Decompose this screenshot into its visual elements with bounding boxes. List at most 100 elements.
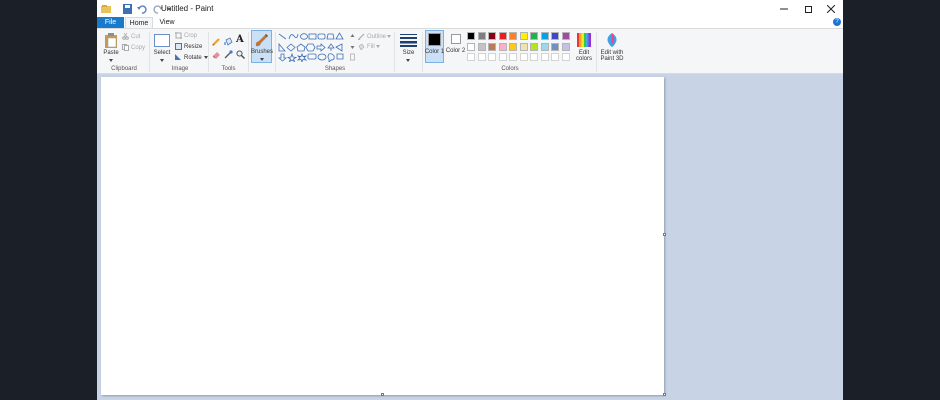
- custom-color-slot[interactable]: [540, 53, 549, 61]
- title-bar: Untitled - Paint: [97, 0, 843, 18]
- line-size-icon: [400, 34, 417, 47]
- palette-swatch[interactable]: [540, 42, 549, 51]
- resize-button[interactable]: Resize: [175, 43, 202, 50]
- palette-swatch[interactable]: [477, 32, 486, 40]
- tab-view[interactable]: View: [155, 17, 179, 28]
- custom-color-slot[interactable]: [498, 53, 507, 61]
- select-icon: [154, 34, 170, 47]
- custom-color-slot[interactable]: [477, 53, 486, 61]
- color2-button[interactable]: Color 2: [445, 30, 466, 63]
- palette-swatch[interactable]: [530, 32, 538, 40]
- custom-color-slot[interactable]: [519, 53, 528, 61]
- edit-with-paint3d-label: Edit with Paint 3D: [600, 50, 624, 62]
- color1-swatch: [428, 33, 441, 46]
- crop-button[interactable]: Crop: [175, 32, 197, 39]
- edit-with-paint3d-button[interactable]: Edit with Paint 3D: [599, 32, 625, 65]
- close-button[interactable]: [817, 0, 843, 18]
- crop-label: Crop: [184, 32, 198, 39]
- rotate-button[interactable]: Rotate: [175, 54, 210, 61]
- copy-icon: [122, 44, 129, 51]
- tab-file[interactable]: File: [97, 17, 124, 28]
- shapes-scroll-icon[interactable]: [350, 32, 355, 62]
- palette-swatch[interactable]: [509, 42, 517, 51]
- palette-swatch[interactable]: [488, 32, 496, 40]
- size-label: Size: [402, 50, 415, 56]
- brush-icon: [255, 34, 268, 47]
- palette-swatch[interactable]: [540, 32, 549, 40]
- fill-label: Fill: [367, 43, 375, 50]
- fill-button[interactable]: Fill: [358, 43, 382, 50]
- custom-color-slot[interactable]: [467, 53, 475, 61]
- palette-swatch[interactable]: [509, 32, 517, 40]
- paste-icon: [105, 33, 117, 48]
- color1-button[interactable]: Color 1: [425, 30, 444, 63]
- palette-swatch[interactable]: [488, 42, 496, 51]
- palette-swatch[interactable]: [551, 32, 559, 40]
- drawing-canvas[interactable]: [101, 77, 664, 395]
- palette-swatch[interactable]: [519, 32, 528, 40]
- select-button[interactable]: Select: [152, 32, 172, 65]
- palette-swatch[interactable]: [498, 32, 507, 40]
- save-icon[interactable]: [122, 4, 133, 14]
- clipboard-group-label: Clipboard: [111, 66, 137, 72]
- tools-group-label: Tools: [221, 66, 236, 72]
- color2-label: Color 2: [445, 48, 466, 54]
- separator: [248, 32, 249, 72]
- size-dropdown-icon: [406, 59, 410, 62]
- shapes-gallery[interactable]: [278, 32, 352, 62]
- tab-home[interactable]: Home: [125, 17, 153, 28]
- color-picker-icon[interactable]: [224, 50, 233, 59]
- eraser-icon[interactable]: [212, 50, 221, 59]
- brushes-button[interactable]: Brushes: [251, 30, 274, 63]
- canvas-resize-handle-bottom[interactable]: [381, 393, 384, 396]
- palette-swatch[interactable]: [477, 42, 486, 51]
- palette-swatch[interactable]: [467, 42, 475, 51]
- palette-swatch[interactable]: [467, 32, 475, 40]
- rotate-icon: [175, 54, 181, 60]
- palette-swatch[interactable]: [530, 42, 538, 51]
- shapes-gallery-icon: [278, 32, 344, 62]
- palette-swatch[interactable]: [561, 42, 570, 51]
- cut-icon: [122, 33, 129, 40]
- magnifier-icon[interactable]: [236, 50, 245, 59]
- custom-color-slot[interactable]: [561, 53, 570, 61]
- crop-icon: [175, 32, 182, 39]
- ribbon-home: Paste Cut Copy Clipboard Select Crop Res…: [97, 28, 843, 74]
- custom-color-slot[interactable]: [530, 53, 538, 61]
- outline-button[interactable]: Outline: [358, 33, 393, 40]
- palette-swatch[interactable]: [498, 42, 507, 51]
- copy-button[interactable]: Copy: [122, 44, 145, 51]
- separator: [275, 32, 276, 72]
- undo-icon[interactable]: [137, 4, 148, 14]
- canvas-resize-handle-right[interactable]: [663, 233, 666, 236]
- fill-bucket-icon[interactable]: [224, 37, 233, 46]
- workspace: [97, 74, 843, 400]
- pencil-icon[interactable]: [212, 37, 221, 46]
- cut-label: Cut: [131, 33, 141, 40]
- cut-button[interactable]: Cut: [122, 33, 140, 40]
- ribbon-tabs: [97, 18, 843, 28]
- edit-colors-icon: [577, 33, 591, 47]
- palette-swatch[interactable]: [519, 42, 528, 51]
- shapes-group-label: Shapes: [324, 66, 346, 72]
- paint-window: Untitled - Paint File Home View ? Paste …: [97, 0, 843, 400]
- resize-label: Resize: [184, 43, 203, 50]
- palette-swatch[interactable]: [551, 42, 559, 51]
- size-button[interactable]: Size: [398, 32, 419, 65]
- colors-group-label: Colors: [501, 66, 519, 72]
- edit-colors-button[interactable]: Edit colors: [573, 32, 595, 65]
- custom-color-slot[interactable]: [488, 53, 496, 61]
- paste-label: Paste: [103, 50, 119, 56]
- text-tool-icon[interactable]: A: [236, 34, 244, 45]
- palette-swatch[interactable]: [561, 32, 570, 40]
- help-icon[interactable]: ?: [833, 18, 841, 26]
- resize-icon: [175, 43, 182, 50]
- separator: [208, 32, 209, 72]
- rotate-label: Rotate: [184, 54, 202, 61]
- paste-button[interactable]: Paste: [102, 32, 120, 65]
- custom-color-slot[interactable]: [509, 53, 517, 61]
- custom-color-slot[interactable]: [551, 53, 559, 61]
- brushes-label: Brushes: [251, 49, 274, 55]
- copy-label: Copy: [131, 44, 146, 51]
- canvas-resize-handle-corner[interactable]: [663, 393, 666, 396]
